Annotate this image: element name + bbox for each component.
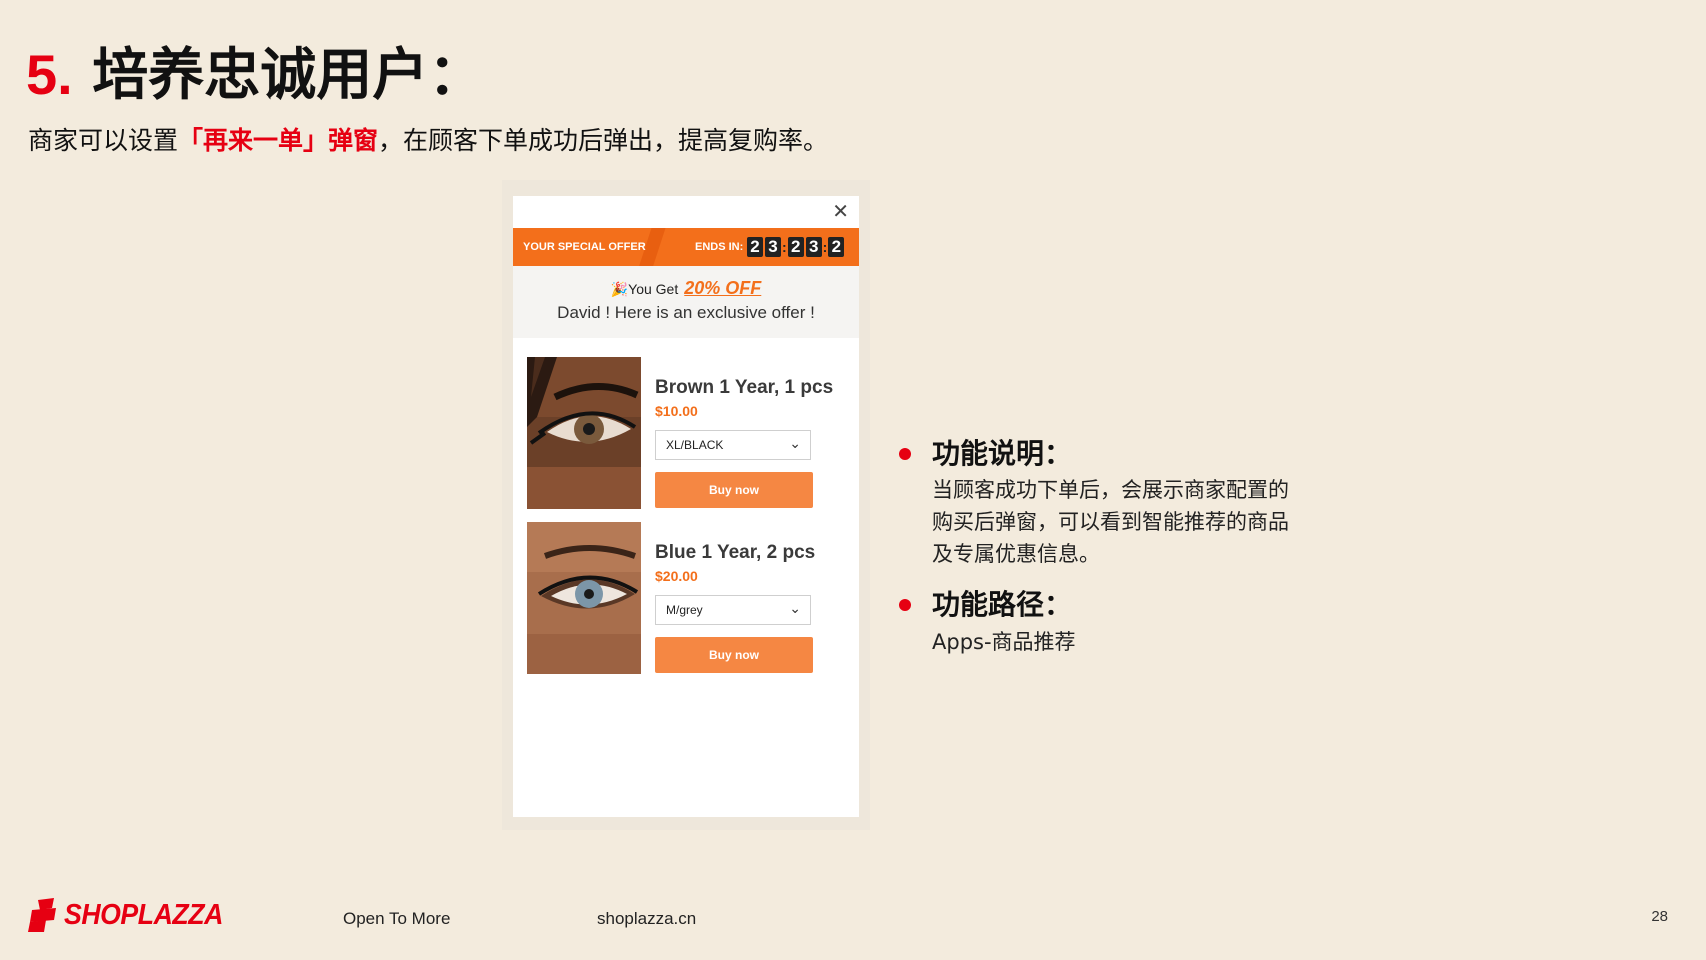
feature-body-line: Apps-商品推荐 <box>932 630 1076 654</box>
eye-photo-icon <box>527 357 641 509</box>
product-name: Blue 1 Year, 2 pcs <box>655 542 816 563</box>
timer-separator: : <box>782 239 787 255</box>
offer-popup: ✕ YOUR SPECIAL OFFER ENDS IN: 2 3 : 2 3 … <box>513 196 859 817</box>
timer-digit: 2 <box>787 237 804 257</box>
brand-name: SHOPLAZZA <box>64 898 223 931</box>
slide-title: 5. 培养忠诚用户： <box>26 40 484 111</box>
buy-now-button[interactable]: Buy now <box>655 472 813 508</box>
subtitle-before: 商家可以设置 <box>28 126 179 155</box>
offer-bar: YOUR SPECIAL OFFER ENDS IN: 2 3 : 2 3 : … <box>513 228 859 266</box>
product-price: $10.00 <box>655 403 698 419</box>
timer-digit: 2 <box>747 237 763 257</box>
product-name: Brown 1 Year, 1 pcs <box>655 377 834 398</box>
timer-separator: : <box>822 239 828 255</box>
greeting-prefix: You Get <box>628 281 679 297</box>
timer-digit: 3 <box>765 237 781 257</box>
feature-body-line: 当顾客成功下单后，会展示商家配置的 <box>932 478 1289 502</box>
page-number: 28 <box>1651 908 1668 925</box>
variant-select[interactable]: M/grey ⌄ <box>655 595 811 625</box>
product-card: Brown 1 Year, 1 pcs $10.00 XL/BLACK ⌄ Bu… <box>527 357 847 509</box>
feature-body: 当顾客成功下单后，会展示商家配置的 购买后弹窗，可以看到智能推荐的商品 及专属优… <box>932 474 1289 570</box>
discount-text: 20% OFF <box>684 278 762 298</box>
chevron-down-icon: ⌄ <box>789 600 801 616</box>
greeting-line-1: 🎉You Get 20% OFF <box>513 278 859 299</box>
feature-body: Apps-商品推荐 <box>932 626 1076 658</box>
subtitle-after: ，在顾客下单成功后弹出，提高复购率。 <box>378 126 829 155</box>
variant-select[interactable]: XL/BLACK ⌄ <box>655 430 811 460</box>
greeting-block: 🎉You Get 20% OFF David ! Here is an exclu… <box>513 266 859 338</box>
party-icon: 🎉 <box>610 281 629 297</box>
ends-in-label: ENDS IN: <box>695 241 744 253</box>
feature-title: 功能路径： <box>932 588 1073 621</box>
title-number: 5. <box>26 43 73 106</box>
shoplazza-logo-icon <box>28 898 56 932</box>
bullet-icon <box>899 599 911 611</box>
timer-digit: 3 <box>805 237 822 257</box>
feature-body-line: 购买后弹窗，可以看到智能推荐的商品 <box>932 510 1289 534</box>
countdown-timer: 2 3 : 2 3 : 2 <box>746 237 845 257</box>
offer-label: YOUR SPECIAL OFFER <box>523 241 646 253</box>
variant-value: M/grey <box>666 603 703 617</box>
feature-body-line: 及专属优惠信息。 <box>932 542 1100 566</box>
product-image <box>527 522 641 674</box>
bullet-icon <box>899 448 911 460</box>
footer-site: shoplazza.cn <box>597 909 697 928</box>
variant-value: XL/BLACK <box>666 438 724 452</box>
feature-title: 功能说明： <box>932 437 1073 470</box>
buy-now-button[interactable]: Buy now <box>655 637 813 673</box>
greeting-line-2: David ! Here is an exclusive offer ! <box>557 303 815 322</box>
product-price: $20.00 <box>655 568 698 584</box>
timer-digit: 2 <box>828 237 845 257</box>
product-card: Blue 1 Year, 2 pcs $20.00 M/grey ⌄ Buy n… <box>527 522 847 674</box>
chevron-down-icon: ⌄ <box>789 435 801 451</box>
subtitle-highlight: 「再来一单」弹窗 <box>178 126 379 155</box>
product-image <box>527 357 641 509</box>
footer-slogan: Open To More <box>343 909 451 928</box>
slide-subtitle: 商家可以设置「再来一单」弹窗，在顾客下单成功后弹出，提高复购率。 <box>28 124 828 158</box>
eye-photo-icon <box>527 522 641 674</box>
brand-logo: SHOPLAZZA <box>28 898 237 932</box>
close-icon[interactable]: ✕ <box>832 202 849 222</box>
title-text: 培养忠诚用户： <box>92 43 485 108</box>
